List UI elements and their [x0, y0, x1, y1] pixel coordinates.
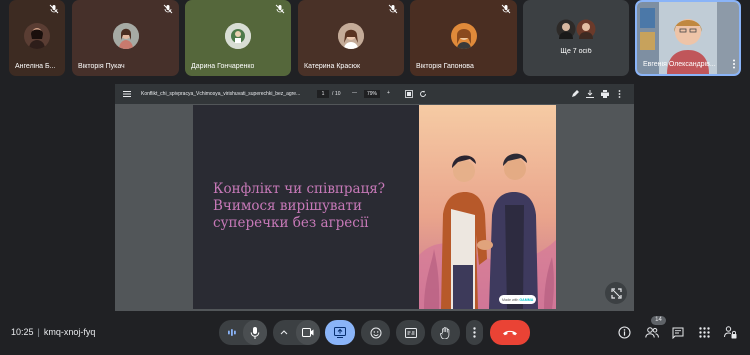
gamma-brand: GAMMA — [519, 297, 534, 302]
more-vert-icon[interactable] — [618, 90, 621, 98]
participant-name: Катерина Красюк — [304, 63, 361, 70]
chevron-up-icon[interactable] — [280, 329, 288, 335]
slide-title-line: суперечки без агресії — [213, 215, 369, 231]
fit-page-icon[interactable] — [405, 90, 413, 98]
mic-icon — [250, 326, 260, 339]
info-icon — [618, 326, 631, 339]
people-button[interactable] — [643, 324, 660, 341]
participant-tile[interactable]: Ангеліна Б... — [9, 0, 65, 76]
avatar — [450, 23, 477, 49]
activities-button[interactable] — [696, 324, 713, 341]
hand-icon — [440, 326, 450, 339]
lock-person-icon — [724, 326, 737, 339]
captions-icon — [404, 327, 417, 338]
camera-button[interactable] — [296, 320, 320, 345]
avatar — [24, 23, 50, 49]
file-name: Konflikt_chi_spivpracya_Vchimosya_virish… — [141, 91, 301, 97]
participant-tile[interactable]: Вікторія Гапонова — [410, 0, 517, 76]
zoom-out-button[interactable]: — — [352, 90, 357, 96]
print-icon[interactable] — [601, 90, 609, 98]
self-view-tile[interactable]: Евгенія Олександрів... — [635, 0, 741, 76]
video-control-group — [273, 320, 320, 345]
presentation-viewer: Konflikt_chi_spivpracya_Vchimosya_virish… — [115, 84, 634, 311]
download-icon[interactable] — [586, 90, 594, 98]
audio-control-group — [219, 320, 267, 345]
camera-icon — [302, 328, 314, 337]
meeting-code: kmq-xnoj-fyq — [43, 327, 96, 337]
present-button[interactable] — [325, 320, 355, 345]
participant-tile[interactable]: Вікторія Пукач — [72, 0, 179, 76]
pdf-toolbar: Konflikt_chi_spivpracya_Vchimosya_virish… — [115, 84, 634, 104]
zoom-in-button[interactable]: + — [387, 90, 390, 96]
participant-tile[interactable]: Катерина Красюк — [298, 0, 404, 76]
mic-off-icon — [388, 4, 398, 14]
expand-icon — [610, 287, 622, 299]
emoji-icon — [370, 327, 381, 338]
avatar — [112, 23, 139, 49]
handshake-illustration — [419, 105, 556, 309]
audio-level-icon — [228, 329, 236, 336]
mic-button[interactable] — [243, 320, 267, 345]
raise-hand-button[interactable] — [431, 320, 460, 345]
present-screen-icon — [334, 327, 346, 338]
chat-button[interactable] — [669, 324, 686, 341]
hang-up-icon — [503, 330, 517, 336]
mic-off-icon — [501, 4, 511, 14]
made-with-badge[interactable]: Made with GAMMA — [499, 295, 537, 304]
self-name: Евгенія Олександрів... — [643, 61, 716, 68]
more-options-button[interactable] — [466, 320, 483, 345]
page-separator: / — [332, 91, 334, 97]
meeting-details-button[interactable] — [616, 324, 633, 341]
separator: | — [37, 327, 40, 337]
meeting-info: 10:25 | kmq-xnoj-fyq — [11, 327, 95, 337]
slide: Конфлікт чи співпраця? Вчимося вирішуват… — [193, 105, 556, 309]
slide-title-line: Вчимося вирішувати — [213, 198, 363, 214]
zoom-level[interactable]: 79% — [364, 90, 380, 98]
participant-tile[interactable]: Дарина Гончаренко — [185, 0, 291, 76]
people-icon — [644, 327, 659, 338]
meeting-time: 10:25 — [11, 327, 34, 337]
avatar — [338, 23, 364, 49]
leave-call-button[interactable] — [490, 320, 530, 345]
chat-icon — [672, 327, 683, 339]
mic-off-icon — [163, 4, 173, 14]
slide-title: Конфлікт чи співпраця? Вчимося вирішуват… — [213, 181, 413, 232]
participant-name: Ангеліна Б... — [15, 63, 56, 70]
more-participants-label: Ще 7 осіб — [560, 48, 592, 55]
made-with-text: Made with — [502, 297, 519, 302]
more-options-icon[interactable] — [732, 59, 736, 69]
captions-button[interactable] — [396, 320, 425, 345]
mic-off-icon — [275, 4, 285, 14]
reactions-button[interactable] — [361, 320, 390, 345]
participant-name: Дарина Гончаренко — [191, 63, 255, 70]
avatar-stack — [556, 19, 598, 39]
menu-icon[interactable] — [123, 90, 131, 98]
page-current-input[interactable]: 1 — [317, 90, 329, 98]
avatar — [225, 23, 251, 49]
participant-name: Вікторія Пукач — [78, 63, 125, 70]
page-total: 10 — [335, 91, 341, 97]
expand-button[interactable] — [605, 282, 627, 304]
mic-off-icon — [49, 4, 59, 14]
more-participants-tile[interactable]: Ще 7 осіб — [523, 0, 629, 76]
host-controls-button[interactable] — [722, 324, 739, 341]
slide-title-line: Конфлікт чи співпраця? — [213, 181, 386, 197]
apps-icon — [699, 327, 710, 338]
edit-icon[interactable] — [571, 90, 579, 98]
participant-name: Вікторія Гапонова — [416, 63, 474, 70]
rotate-icon[interactable] — [419, 90, 427, 98]
more-vert-icon — [473, 327, 476, 338]
